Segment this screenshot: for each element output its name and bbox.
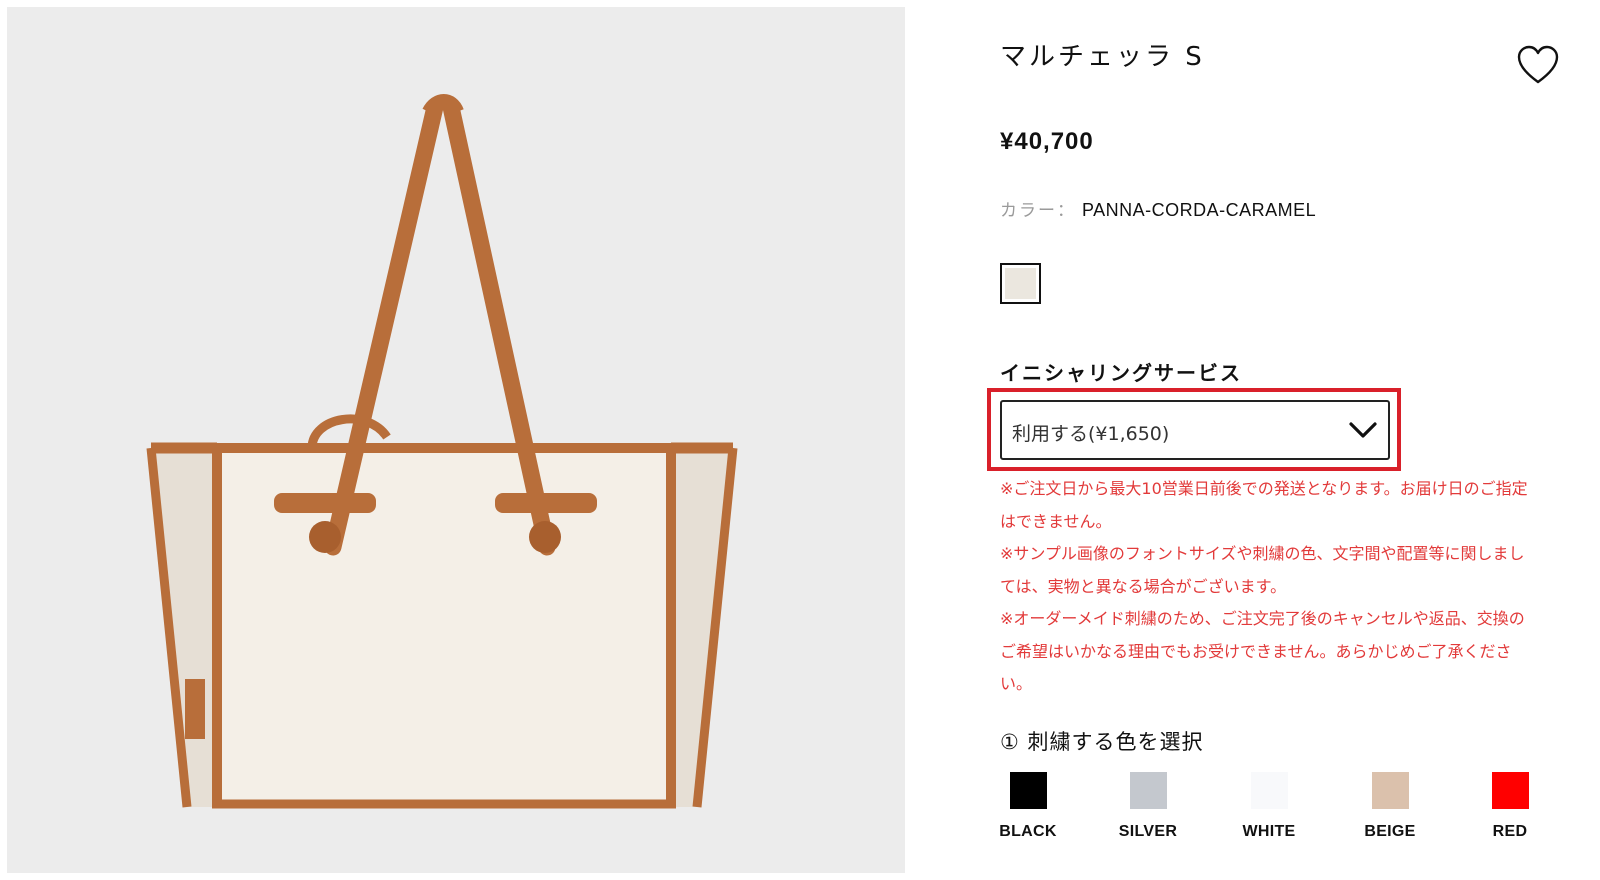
notice-line: ては、実物と異なる場合がございます。 [1000, 576, 1287, 596]
product-details: マルチェッラ S ¥40,700 カラー： PANNA-CORDA-CARAMEL… [987, 0, 1600, 880]
notice-line: い。 [1000, 674, 1033, 693]
embroidery-option-beige[interactable]: BEIGE [1335, 772, 1445, 872]
heart-outline-icon [1517, 45, 1559, 84]
notice-line: ※サンプル画像のフォントサイズや刺繍の色、文字間や配置等に関しまし [1000, 544, 1525, 563]
notice-text: ※ご注文日から最大10営業日前後での発送となります。お届け日のご指定 はできませ… [1000, 473, 1600, 701]
color-chip [1250, 772, 1288, 809]
chevron-down-icon [1349, 422, 1377, 438]
product-image[interactable] [7, 7, 905, 873]
option-label: RED [1492, 823, 1528, 840]
option-label: BEIGE [1364, 823, 1416, 840]
color-swatch-fill [1005, 268, 1036, 299]
embroidery-option-black[interactable]: BLACK [973, 772, 1083, 872]
color-chip [1129, 772, 1167, 809]
option-label: WHITE [1242, 823, 1296, 840]
notice-line: はできません。 [1000, 511, 1112, 531]
option-label: BLACK [999, 823, 1057, 840]
embroidery-color-heading: ① 刺繍する色を選択 [1000, 730, 1204, 754]
option-label: SILVER [1118, 823, 1178, 840]
tote-bag-illustration [146, 94, 738, 809]
initial-service-select[interactable]: 利用する(¥1,650) [1000, 400, 1390, 460]
color-swatch-selected[interactable] [1000, 263, 1041, 304]
notice-line: ご希望はいかなる理由でもお受けできません。あらかじめご了承くださ [1000, 641, 1512, 661]
color-row: カラー： PANNA-CORDA-CARAMEL [1000, 196, 1316, 221]
color-label: カラー： [1000, 201, 1076, 221]
product-title: マルチェッラ S [1000, 42, 1205, 72]
color-chip [1371, 772, 1409, 809]
color-chip [1009, 772, 1047, 809]
embroidery-option-white[interactable]: WHITE [1214, 772, 1324, 872]
embroidery-option-red[interactable]: RED [1455, 772, 1565, 872]
select-value: 利用する(¥1,650) [1012, 423, 1170, 445]
embroidery-color-options: BLACK SILVER WHITE BEIGE RED [999, 772, 1600, 872]
initial-service-heading: イニシャリングサービス [1000, 361, 1242, 385]
color-chip [1491, 772, 1529, 809]
notice-line: ※オーダーメイド刺繍のため、ご注文完了後のキャンセルや返品、交換の [1000, 609, 1525, 628]
favorite-button[interactable] [1516, 44, 1560, 88]
embroidery-option-silver[interactable]: SILVER [1093, 772, 1203, 872]
notice-line: ※ご注文日から最大10営業日前後での発送となります。お届け日のご指定 [1000, 479, 1528, 498]
product-price: ¥40,700 [1000, 128, 1094, 155]
color-value: PANNA-CORDA-CARAMEL [1082, 200, 1317, 220]
